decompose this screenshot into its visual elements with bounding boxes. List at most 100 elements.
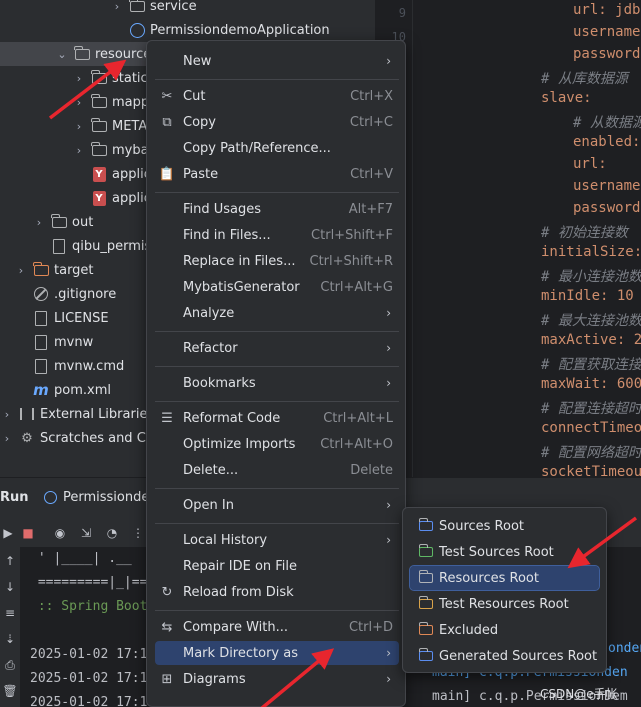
code-line: # 配置获取连接等待 xyxy=(541,357,641,373)
more-icon[interactable]: ⋮ xyxy=(130,525,146,541)
menu-item-shortcut: Ctrl+Alt+L xyxy=(323,410,393,426)
menu-item-find-in-files[interactable]: Find in Files... Ctrl+Shift+F xyxy=(155,223,399,247)
menu-item-new[interactable]: New › xyxy=(155,49,399,73)
wrap-icon[interactable]: ≡ xyxy=(2,605,18,621)
menu-item-label: Copy Path/Reference... xyxy=(183,140,331,156)
menu-item-label: Reload from Disk xyxy=(183,584,294,600)
camera-icon[interactable]: ◉ xyxy=(52,525,68,541)
menu-item-shortcut: Ctrl+Alt+O xyxy=(320,436,393,452)
chevron-icon[interactable]: ⌄ xyxy=(55,48,69,61)
code-line: username: xyxy=(573,24,641,40)
chevron-icon[interactable]: › xyxy=(110,0,124,13)
chevron-icon[interactable]: › xyxy=(0,432,14,445)
menu-item-local-history[interactable]: Local History › xyxy=(155,528,399,552)
code-line: # 从数据源 xyxy=(573,115,641,131)
menu-item-open-in[interactable]: Open In › xyxy=(155,493,399,517)
yml-icon: Y xyxy=(90,166,108,182)
mark-directory-submenu: Sources Root Test Sources Root Resources R… xyxy=(402,507,607,673)
menu-item-copy-path[interactable]: Copy Path/Reference... xyxy=(155,136,399,160)
menu-item-repair-ide[interactable]: Repair IDE on File xyxy=(155,554,399,578)
menu-item-bookmarks[interactable]: Bookmarks › xyxy=(155,371,399,395)
submenu-item-label: Excluded xyxy=(439,622,499,638)
submenu-item-label: Resources Root xyxy=(439,570,539,586)
chevron-icon[interactable]: › xyxy=(14,264,28,277)
rerun-icon[interactable]: ▶ xyxy=(0,525,16,541)
folder-icon xyxy=(418,622,433,635)
code-line: maxWait: 6000 xyxy=(541,376,641,392)
code-line: url: xyxy=(573,156,607,172)
submenu-item[interactable]: Test Resources Root xyxy=(410,592,599,616)
chevron-icon[interactable]: › xyxy=(72,144,86,157)
console-line: onden xyxy=(608,641,641,656)
code-line: initialSize: xyxy=(541,244,641,260)
menu-item-delete[interactable]: Delete... Delete xyxy=(155,458,399,482)
menu-item-find-usages[interactable]: Find Usages Alt+F7 xyxy=(155,197,399,221)
code-line: minIdle: 10 xyxy=(541,288,634,304)
chevron-right-icon: › xyxy=(386,341,391,355)
tree-item-label: mvnw.cmd xyxy=(54,358,125,374)
code-line: enabled: xyxy=(573,134,641,150)
tree-item-label: target xyxy=(54,262,94,278)
doc-icon xyxy=(32,334,50,350)
spring-class-icon xyxy=(128,22,146,38)
folder-icon xyxy=(418,570,433,583)
menu-item-cut[interactable]: ✂ Cut Ctrl+X xyxy=(155,84,399,108)
diagram-icon: ⊞ xyxy=(161,671,173,687)
run-side-toolbar: ↑ ↓ ≡ ⇣ ⎙ 🗑 xyxy=(0,547,20,707)
print-icon[interactable]: ⎙ xyxy=(2,657,18,673)
code-line: password: xyxy=(573,46,641,62)
gauge-icon[interactable]: ◔ xyxy=(104,525,120,541)
tree-item[interactable]: › service xyxy=(0,0,375,18)
chevron-right-icon: › xyxy=(386,646,391,660)
submenu-item[interactable]: Generated Sources Root xyxy=(410,644,599,668)
chevron-icon[interactable]: › xyxy=(72,120,86,133)
submenu-item[interactable]: Test Sources Root xyxy=(410,540,599,564)
menu-item-analyze[interactable]: Analyze › xyxy=(155,301,399,325)
menu-separator xyxy=(155,523,399,524)
menu-item-reload-from-disk[interactable]: ↻ Reload from Disk xyxy=(155,580,399,604)
code-editor[interactable]: 9 10 url: jdbcusername:password:# 从库数据源s… xyxy=(375,0,641,477)
scroll-end-icon[interactable]: ⇣ xyxy=(2,631,18,647)
chevron-icon[interactable]: › xyxy=(72,72,86,85)
submenu-item-label: Test Resources Root xyxy=(439,596,569,612)
chevron-icon[interactable]: › xyxy=(72,96,86,109)
submenu-item[interactable]: Excluded xyxy=(410,618,599,642)
menu-item-mark-directory-as[interactable]: Mark Directory as › xyxy=(155,641,399,665)
submenu-item[interactable]: Sources Root xyxy=(410,514,599,538)
menu-separator xyxy=(155,331,399,332)
menu-item-reformat-code[interactable]: ☰ Reformat Code Ctrl+Alt+L xyxy=(155,406,399,430)
menu-separator xyxy=(155,610,399,611)
down-arrow-icon[interactable]: ↓ xyxy=(2,579,18,595)
chevron-icon[interactable]: › xyxy=(32,216,46,229)
folder-icon xyxy=(128,0,146,14)
copy-icon: ⧉ xyxy=(162,114,172,130)
library-icon xyxy=(18,406,36,422)
chevron-right-icon: › xyxy=(386,376,391,390)
trash-icon[interactable]: 🗑 xyxy=(2,683,18,699)
chevron-icon[interactable]: › xyxy=(0,408,14,421)
submenu-item[interactable]: Resources Root xyxy=(409,565,600,591)
exit-icon[interactable]: ⇲ xyxy=(78,525,94,541)
menu-item-mybatis-generator[interactable]: MybatisGenerator Ctrl+Alt+G xyxy=(155,275,399,299)
tree-item[interactable]: PermissiondemoApplication xyxy=(0,18,375,42)
menu-item-compare-with[interactable]: ⇆ Compare With... Ctrl+D xyxy=(155,615,399,639)
up-arrow-icon[interactable]: ↑ xyxy=(2,553,18,569)
context-menu: New › ✂ Cut Ctrl+X ⧉ Copy Ctrl+C Copy Path/Refer… xyxy=(146,40,406,707)
stop-icon[interactable]: ■ xyxy=(20,525,36,541)
menu-item-label: Find Usages xyxy=(183,201,262,217)
folder-icon xyxy=(418,544,433,557)
console-line: 2025-01-02 17:1 xyxy=(30,671,148,686)
menu-item-label: Refactor xyxy=(183,340,238,356)
menu-item-diagrams[interactable]: ⊞ Diagrams › xyxy=(155,667,399,691)
reload-icon: ↻ xyxy=(161,584,173,600)
folder-icon xyxy=(90,69,108,86)
menu-item-shortcut: Ctrl+Shift+R xyxy=(309,253,394,269)
menu-item-label: New xyxy=(183,53,212,69)
menu-item-refactor[interactable]: Refactor › xyxy=(155,336,399,360)
menu-item-paste[interactable]: 📋 Paste Ctrl+V xyxy=(155,162,399,186)
menu-item-replace-in-files[interactable]: Replace in Files... Ctrl+Shift+R xyxy=(155,249,399,273)
menu-item-optimize-imports[interactable]: Optimize Imports Ctrl+Alt+O xyxy=(155,432,399,456)
code-line: username: xyxy=(573,178,641,194)
menu-item-copy[interactable]: ⧉ Copy Ctrl+C xyxy=(155,110,399,134)
folder-icon xyxy=(50,213,68,230)
